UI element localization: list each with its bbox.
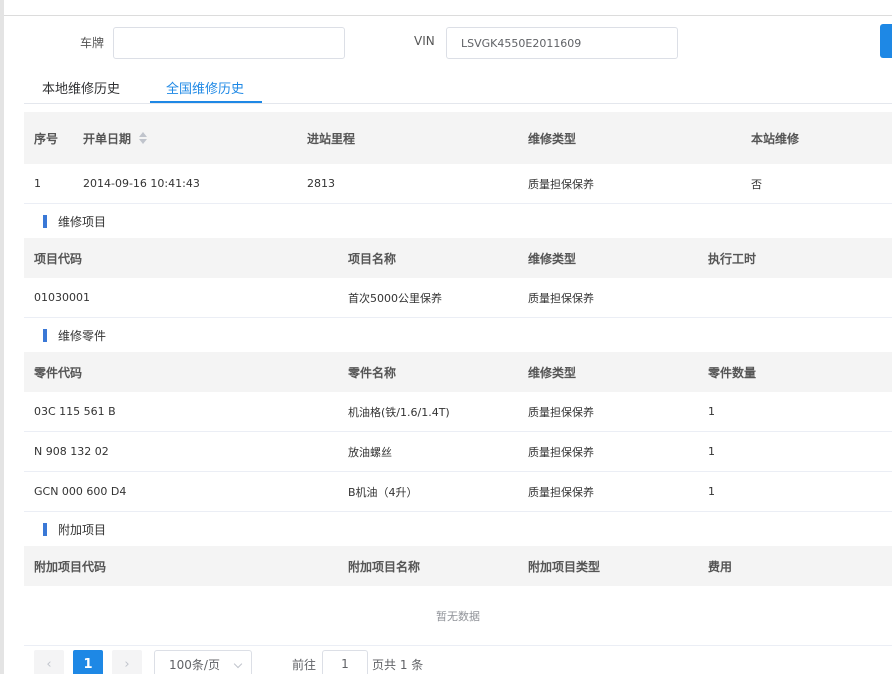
page-size-value: 100条/页 xyxy=(169,657,220,672)
table-row[interactable]: N 908 132 02 放油螺丝 质量担保保养 1 xyxy=(24,432,892,472)
col-mileage: 进站里程 xyxy=(307,131,356,146)
col-local-repair: 本站维修 xyxy=(751,131,800,146)
row-date: 2014-09-16 10:41:43 xyxy=(83,177,200,190)
section-title: 维修零件 xyxy=(58,328,107,343)
part-type: 质量担保保养 xyxy=(528,485,594,499)
history-header: 序号 开单日期 进站里程 维修类型 本站维修 xyxy=(24,112,892,164)
vin-input[interactable] xyxy=(446,27,678,59)
item-name: 首次5000公里保养 xyxy=(348,291,442,305)
part-type: 质量担保保养 xyxy=(528,445,594,459)
col-extra-code: 附加项目代码 xyxy=(34,559,107,574)
part-code: N 908 132 02 xyxy=(34,445,109,458)
chevron-down-icon xyxy=(233,659,243,669)
chevron-left-icon[interactable]: ‹ xyxy=(34,650,64,674)
plate-input[interactable] xyxy=(113,27,345,59)
goto-page-input[interactable] xyxy=(322,650,368,674)
section-extra-items: 附加项目 xyxy=(24,512,892,546)
item-code: 01030001 xyxy=(34,291,90,304)
part-name: 放油螺丝 xyxy=(348,445,392,459)
col-part-code: 零件代码 xyxy=(34,365,83,380)
col-date[interactable]: 开单日期 xyxy=(83,112,148,164)
col-date-label: 开单日期 xyxy=(83,131,132,146)
goto-prefix: 前往 xyxy=(292,658,317,672)
col-item-name: 项目名称 xyxy=(348,251,397,266)
row-repair-type: 质量担保保养 xyxy=(528,177,594,191)
chevron-right-icon[interactable]: › xyxy=(112,650,142,674)
part-qty: 1 xyxy=(708,445,715,458)
part-code: GCN 000 600 D4 xyxy=(34,485,127,498)
page-number-current[interactable]: 1 xyxy=(73,650,103,674)
vin-label: VIN xyxy=(414,34,435,48)
section-marker xyxy=(43,215,47,228)
row-local-repair: 否 xyxy=(751,177,762,191)
part-qty: 1 xyxy=(708,405,715,418)
part-type: 质量担保保养 xyxy=(528,405,594,419)
col-item-code: 项目代码 xyxy=(34,251,83,266)
window-edge xyxy=(0,0,4,674)
active-tab-indicator xyxy=(150,101,262,103)
col-part-name: 零件名称 xyxy=(348,365,397,380)
section-repair-items: 维修项目 xyxy=(24,204,892,238)
pagination: ‹ 1 › 100条/页 前往 页共 1 条 xyxy=(24,646,892,674)
plate-label: 车牌 xyxy=(80,36,105,50)
query-button[interactable] xyxy=(880,24,892,58)
tab-local-history[interactable]: 本地维修历史 xyxy=(42,78,120,97)
top-bar xyxy=(4,0,892,16)
tab-national-history[interactable]: 全国维修历史 xyxy=(166,78,244,97)
col-extra-fee: 费用 xyxy=(708,559,733,574)
goto-suffix: 页共 1 条 xyxy=(372,658,424,672)
table-row[interactable]: 03C 115 561 B 机油格(铁/1.6/1.4T) 质量担保保养 1 xyxy=(24,392,892,432)
col-repair-type: 维修类型 xyxy=(528,131,577,146)
table-row[interactable]: GCN 000 600 D4 B机油（4升） 质量担保保养 1 xyxy=(24,472,892,512)
search-form: 车牌 VIN xyxy=(4,16,892,72)
col-part-type: 维修类型 xyxy=(528,365,577,380)
part-name: B机油（4升） xyxy=(348,485,418,499)
col-extra-type: 附加项目类型 xyxy=(528,559,601,574)
part-name: 机油格(铁/1.6/1.4T) xyxy=(348,405,450,419)
table-row[interactable]: 1 2014-09-16 10:41:43 2813 质量担保保养 否 xyxy=(24,164,892,204)
repair-parts-header: 零件代码 零件名称 维修类型 零件数量 xyxy=(24,352,892,392)
item-type: 质量担保保养 xyxy=(528,291,594,305)
section-marker xyxy=(43,523,47,536)
row-mileage: 2813 xyxy=(307,177,335,190)
section-marker xyxy=(43,329,47,342)
part-code: 03C 115 561 B xyxy=(34,405,116,418)
row-index: 1 xyxy=(34,177,41,190)
col-part-qty: 零件数量 xyxy=(708,365,757,380)
sort-icon[interactable] xyxy=(139,132,148,144)
table-row[interactable]: 01030001 首次5000公里保养 质量担保保养 xyxy=(24,278,892,318)
history-table: 序号 开单日期 进站里程 维修类型 本站维修 1 2014-09-16 10:4… xyxy=(24,112,892,646)
section-title: 附加项目 xyxy=(58,522,107,537)
col-extra-name: 附加项目名称 xyxy=(348,559,421,574)
section-title: 维修项目 xyxy=(58,214,107,229)
history-tabs: 本地维修历史 全国维修历史 xyxy=(24,72,892,104)
col-index: 序号 xyxy=(34,131,59,146)
empty-state: 暂无数据 xyxy=(24,586,892,646)
repair-items-header: 项目代码 项目名称 维修类型 执行工时 xyxy=(24,238,892,278)
col-item-hours: 执行工时 xyxy=(708,251,757,266)
extra-items-header: 附加项目代码 附加项目名称 附加项目类型 费用 xyxy=(24,546,892,586)
col-item-type: 维修类型 xyxy=(528,251,577,266)
part-qty: 1 xyxy=(708,485,715,498)
page-size-select[interactable]: 100条/页 xyxy=(154,650,252,674)
section-repair-parts: 维修零件 xyxy=(24,318,892,352)
